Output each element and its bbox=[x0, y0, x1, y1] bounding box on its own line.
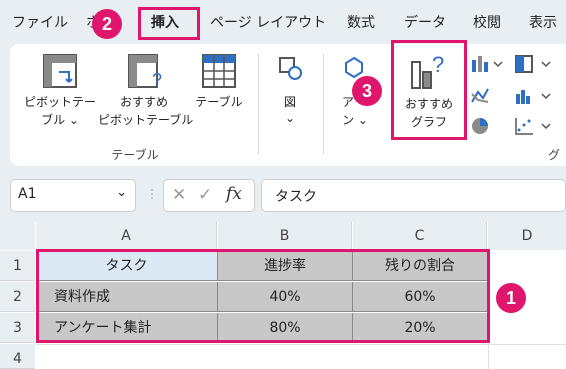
illustrations-chevron-icon[interactable]: ⌄ bbox=[278, 110, 302, 126]
recommended-pivot-line1[interactable]: おすすめ bbox=[98, 94, 190, 110]
row-header-2[interactable]: 2 bbox=[0, 282, 35, 312]
group-label-table: テーブル bbox=[111, 148, 159, 162]
formula-buttons: ✕ ✓ fx bbox=[163, 179, 255, 212]
column-header-b[interactable]: B bbox=[218, 222, 352, 250]
recommended-pivot-line2[interactable]: ピボットテーブル bbox=[98, 112, 193, 128]
step-badge-3: 3 bbox=[352, 76, 382, 106]
row-header-3[interactable]: 3 bbox=[0, 313, 35, 343]
shapes-icon[interactable] bbox=[278, 56, 302, 80]
row-header-1[interactable]: 1 bbox=[0, 251, 35, 281]
tab-view[interactable]: 表示 bbox=[529, 13, 557, 33]
data-range-highlight bbox=[36, 249, 490, 343]
formula-bar-grip-icon: ⋮ bbox=[146, 187, 158, 201]
column-header-a[interactable]: A bbox=[36, 222, 217, 250]
table-icon[interactable] bbox=[202, 54, 236, 88]
formula-input[interactable]: タスク bbox=[261, 179, 566, 212]
name-box-value: A1 bbox=[18, 186, 37, 202]
illustrations-button[interactable]: 図 bbox=[278, 94, 302, 110]
column-header-d[interactable]: D bbox=[488, 222, 566, 250]
column-header-c[interactable]: C bbox=[353, 222, 487, 250]
addins-label-line2[interactable]: ン ⌄ bbox=[340, 112, 370, 128]
row-header-4[interactable]: 4 bbox=[0, 344, 35, 369]
tab-page-layout[interactable]: ページ レイアウト bbox=[210, 13, 326, 33]
group-label-charts: グ bbox=[548, 148, 561, 162]
tab-file[interactable]: ファイル bbox=[12, 13, 68, 33]
cancel-icon[interactable]: ✕ bbox=[172, 185, 186, 205]
pivot-table-button-line1[interactable]: ピボットテー bbox=[24, 94, 96, 110]
formula-value: タスク bbox=[275, 189, 317, 205]
hierarchy-chart-icon[interactable] bbox=[514, 54, 554, 74]
addins-icon[interactable] bbox=[343, 56, 365, 78]
step-badge-2: 2 bbox=[92, 9, 122, 39]
step-badge-1: 1 bbox=[496, 283, 526, 313]
menu-bar: ファイル ホ 挿入 ページ レイアウト 数式 データ 校閲 表示 bbox=[0, 0, 566, 44]
recommended-chart-highlight bbox=[391, 40, 467, 140]
column-chart-icon[interactable] bbox=[470, 54, 504, 74]
gridline bbox=[36, 344, 566, 345]
svg-text:?: ? bbox=[152, 70, 162, 90]
recommended-pivot-icon[interactable]: ? bbox=[128, 54, 168, 90]
pie-chart-icon[interactable] bbox=[470, 116, 490, 136]
chevron-down-icon[interactable]: ⌄ bbox=[116, 185, 127, 200]
tab-review[interactable]: 校閲 bbox=[473, 13, 501, 33]
fx-icon[interactable]: fx bbox=[226, 184, 242, 204]
table-button[interactable]: テーブル bbox=[193, 94, 245, 110]
confirm-icon[interactable]: ✓ bbox=[198, 185, 212, 205]
statistic-chart-icon[interactable] bbox=[514, 86, 554, 106]
insert-tab-highlight bbox=[138, 7, 200, 40]
tab-formulas[interactable]: 数式 bbox=[347, 13, 375, 33]
line-chart-icon[interactable] bbox=[470, 86, 490, 106]
scatter-chart-icon[interactable] bbox=[514, 116, 554, 136]
tab-data[interactable]: データ bbox=[404, 13, 446, 33]
pivot-table-icon[interactable] bbox=[43, 54, 77, 88]
pivot-table-button-line2[interactable]: ブル ⌄ bbox=[24, 112, 96, 128]
select-all-corner[interactable] bbox=[0, 222, 35, 250]
name-box[interactable]: A1 ⌄ bbox=[10, 179, 136, 212]
